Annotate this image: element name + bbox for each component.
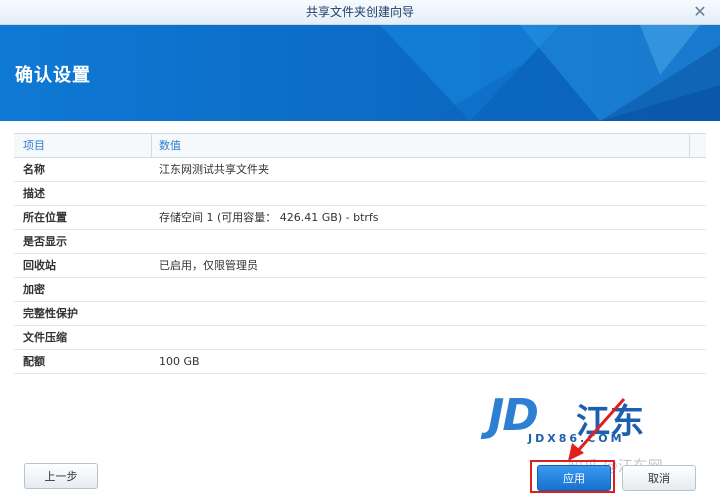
row-key: 加密: [23, 283, 45, 296]
row-value: 100 GB: [159, 355, 200, 368]
banner-background: [0, 25, 720, 121]
table-row: 是否显示: [14, 230, 706, 254]
column-header-value[interactable]: 数值: [159, 134, 181, 157]
column-divider: [689, 134, 690, 157]
row-key: 完整性保护: [23, 307, 78, 320]
cancel-button[interactable]: 取消: [622, 465, 696, 491]
row-key: 名称: [23, 163, 45, 176]
row-value: 存储空间 1 (可用容量： 426.41 GB) - btrfs: [159, 211, 379, 224]
row-value: 已启用，仅限管理员: [159, 259, 258, 272]
title-bar: 共享文件夹创建向导 ✕: [0, 0, 720, 25]
row-key: 回收站: [23, 259, 56, 272]
wizard-banner: 确认设置: [0, 25, 720, 121]
table-row: 所在位置 存储空间 1 (可用容量： 426.41 GB) - btrfs: [14, 206, 706, 230]
apply-highlight-box: [530, 460, 615, 493]
table-row: 文件压缩: [14, 326, 706, 350]
table-row: 描述: [14, 182, 706, 206]
table-row: 名称 江东网测试共享文件夹: [14, 158, 706, 182]
table-row: 完整性保护: [14, 302, 706, 326]
row-key: 文件压缩: [23, 331, 67, 344]
column-header-item[interactable]: 项目: [23, 134, 45, 157]
previous-step-button[interactable]: 上一步: [24, 463, 98, 489]
page-heading: 确认设置: [15, 65, 91, 86]
table-row: 配额 100 GB: [14, 350, 706, 374]
table-row: 加密: [14, 278, 706, 302]
column-divider: [151, 134, 152, 157]
row-key: 描述: [23, 187, 45, 200]
window-title: 共享文件夹创建向导: [305, 5, 414, 19]
row-key: 配额: [23, 355, 45, 368]
table-header: 项目 数值: [14, 134, 706, 158]
table-row: 回收站 已启用，仅限管理员: [14, 254, 706, 278]
row-key: 是否显示: [23, 235, 67, 248]
close-icon[interactable]: ✕: [690, 2, 710, 22]
row-key: 所在位置: [23, 211, 67, 224]
settings-table: 项目 数值 名称 江东网测试共享文件夹 描述 所在位置 存储空间 1 (可用容量…: [14, 133, 706, 374]
row-value: 江东网测试共享文件夹: [159, 163, 269, 176]
